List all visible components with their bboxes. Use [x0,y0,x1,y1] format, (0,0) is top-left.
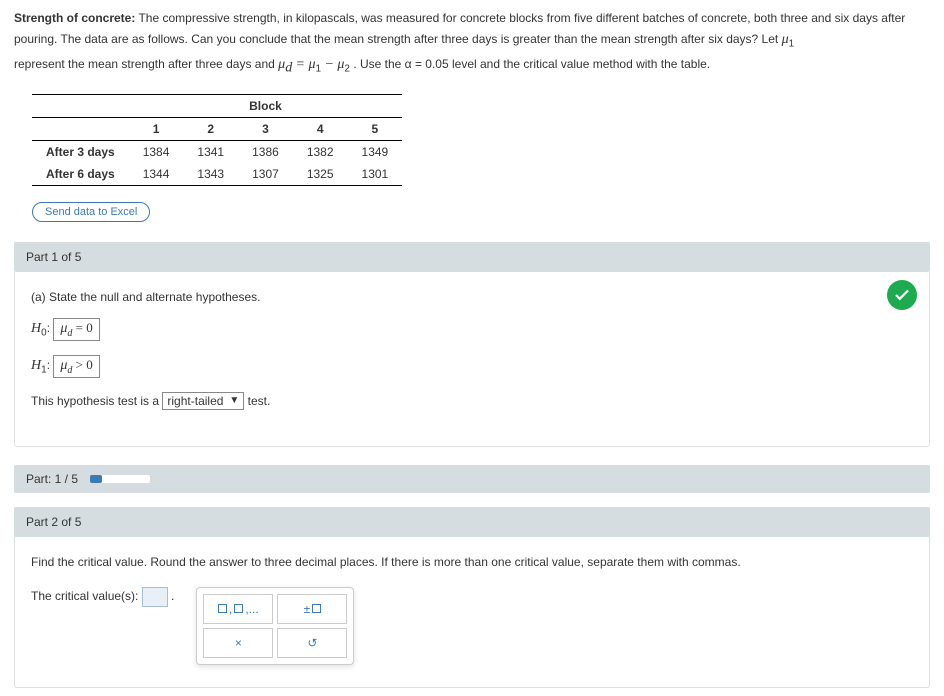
mud-sub: d [285,60,292,75]
tail-select[interactable]: right-tailed ▼ [162,392,244,410]
mu1-symbol: μ [782,32,789,47]
progress-track [90,475,150,483]
eq-mu1: = μ [296,57,316,72]
eq-minus-mu2: − μ [324,57,344,72]
tool-list-button[interactable]: ,,... [203,594,273,624]
cell: 1307 [238,163,293,186]
cell: 1384 [129,140,184,163]
cv-period: . [171,589,174,603]
tool-clear-button[interactable]: × [203,628,273,658]
tool-reset-button[interactable]: ↺ [277,628,347,658]
h1-label: H [31,358,41,373]
progress-label: Part: 1 / 5 [26,472,78,486]
col-header: 3 [238,117,293,140]
tail-select-value: right-tailed [167,394,223,408]
problem-body-1: The compressive strength, in kilopascals… [14,11,905,46]
progress-fill [90,475,102,483]
progress-bar: Part: 1 / 5 [14,465,930,493]
correct-check-icon [887,280,917,310]
part1-header: Part 1 of 5 [14,242,930,272]
part2-prompt: Find the critical value. Round the answe… [31,555,913,569]
cell: 1349 [348,140,403,163]
cell: 1344 [129,163,184,186]
col-header: 4 [293,117,348,140]
tool-plusminus-button[interactable]: ± [277,594,347,624]
eq-mu1-sub: 1 [316,63,322,74]
cv-label: The critical value(s): [31,589,142,603]
reset-icon: ↺ [307,636,317,650]
col-header: 2 [183,117,238,140]
input-toolbox: ,,... ± × ↺ [196,587,354,665]
h0-sub: 0 [41,327,47,338]
table-superheader: Block [129,94,403,117]
h1-line: H1: μd > 0 [31,355,913,378]
row-label: After 3 days [32,140,129,163]
send-to-excel-button[interactable]: Send data to Excel [32,202,150,222]
part2-header: Part 2 of 5 [14,507,930,537]
cell: 1386 [238,140,293,163]
cell: 1343 [183,163,238,186]
eq-mu2-sub: 2 [344,63,350,74]
problem-statement: Strength of concrete: The compressive st… [14,8,930,80]
h1-sub: 1 [41,364,47,375]
h0-value-box[interactable]: μd = 0 [53,318,99,341]
tail-sentence-b: test. [248,394,271,408]
part1-body: (a) State the null and alternate hypothe… [14,272,930,447]
problem-body-3: . Use the α = 0.05 level and the critica… [353,57,710,71]
problem-title: Strength of concrete: [14,11,135,25]
mu1-sub: 1 [789,39,795,50]
critical-value-input[interactable] [142,587,168,607]
h1-value-box[interactable]: μd > 0 [53,355,99,378]
tail-sentence-a: This hypothesis test is a [31,394,162,408]
h0-label: H [31,321,41,336]
cell: 1325 [293,163,348,186]
part2-body: Find the critical value. Round the answe… [14,537,930,688]
close-icon: × [235,636,242,650]
col-header: 1 [129,117,184,140]
row-label: After 6 days [32,163,129,186]
tail-sentence: This hypothesis test is a right-tailed ▼… [31,392,913,410]
data-table: Block 1 2 3 4 5 After 3 days 1384 1341 1… [32,94,402,186]
problem-body-2: represent the mean strength after three … [14,57,278,71]
critical-value-row: The critical value(s): . [31,587,174,607]
h0-line: H0: μd = 0 [31,318,913,341]
chevron-down-icon: ▼ [229,395,239,406]
part1-prompt: (a) State the null and alternate hypothe… [31,290,913,304]
cell: 1301 [348,163,403,186]
cell: 1341 [183,140,238,163]
col-header: 5 [348,117,403,140]
cell: 1382 [293,140,348,163]
